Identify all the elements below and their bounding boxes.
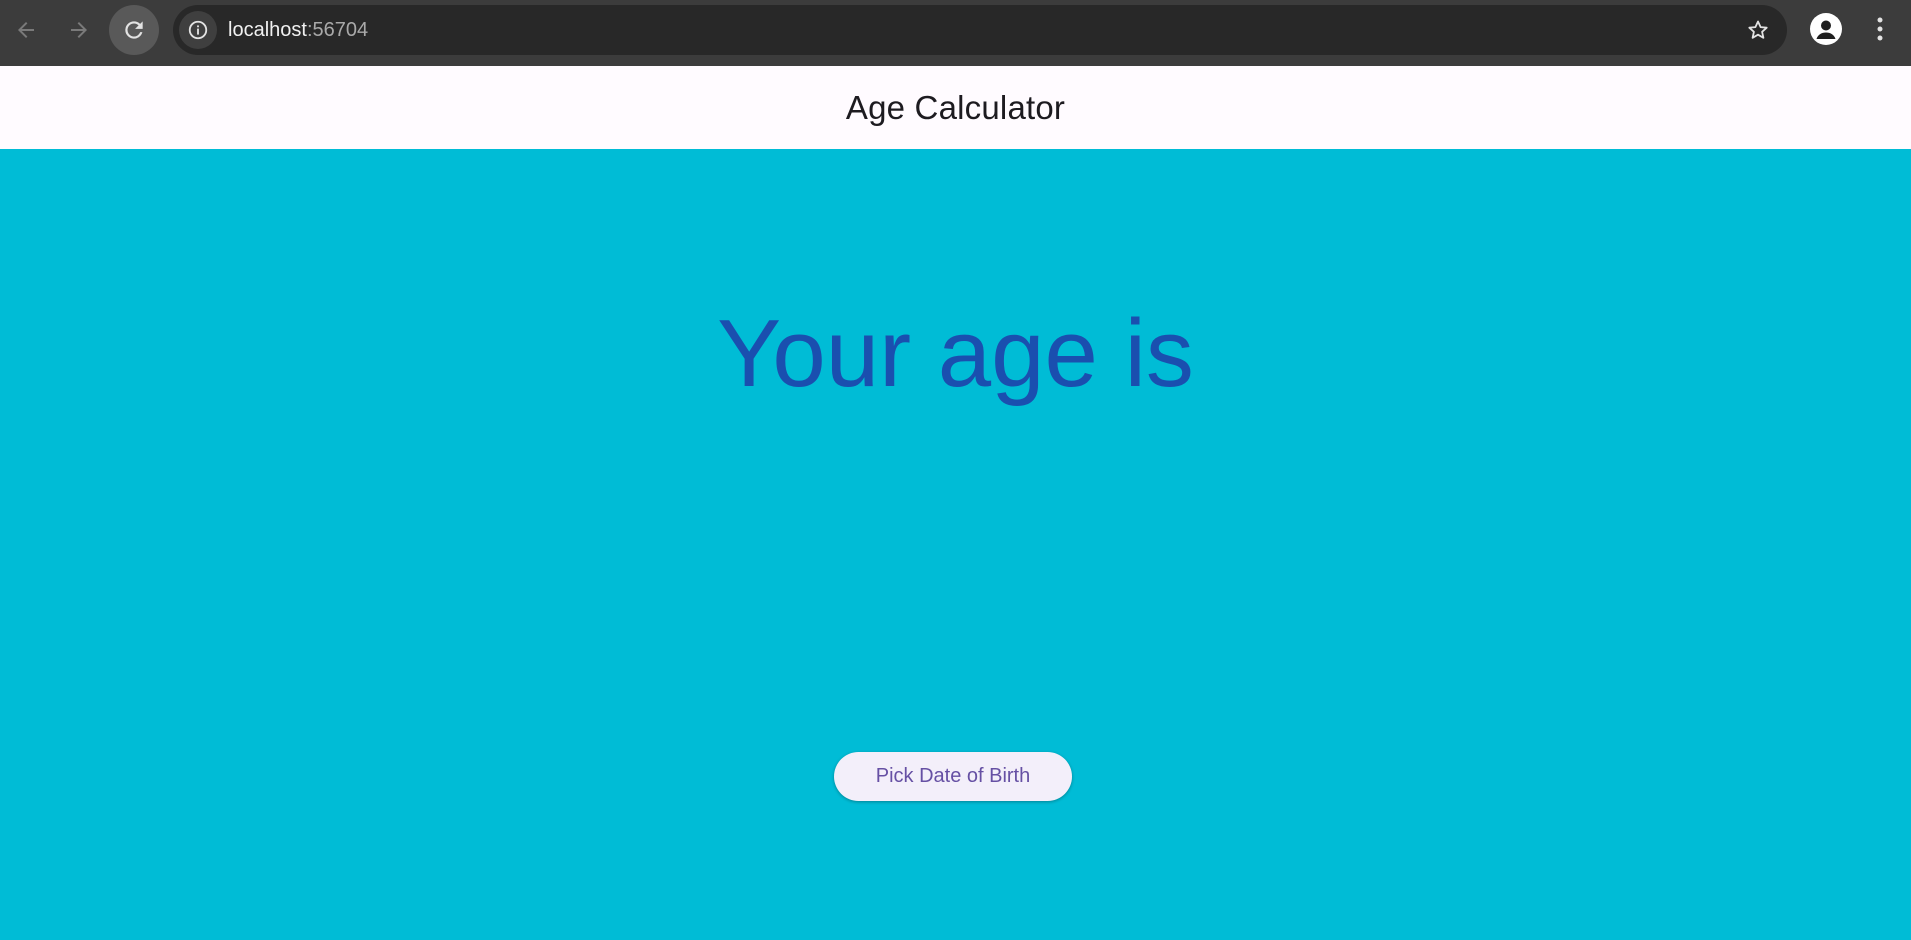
browser-menu-button[interactable]	[1866, 11, 1894, 47]
age-heading: Your age is	[717, 300, 1194, 407]
profile-button[interactable]	[1810, 13, 1842, 45]
url-host: localhost	[228, 19, 307, 41]
pick-date-of-birth-button[interactable]: Pick Date of Birth	[834, 752, 1072, 801]
bookmark-button[interactable]	[1745, 17, 1771, 43]
info-icon	[188, 20, 208, 40]
app-title: Age Calculator	[845, 88, 1066, 126]
main-content: Your age is Pick Date of Birth	[0, 149, 1911, 940]
site-info-button[interactable]	[179, 11, 217, 49]
arrow-right-icon	[71, 22, 87, 38]
address-bar[interactable]: localhost:56704	[173, 5, 1787, 55]
arrow-left-icon	[18, 22, 34, 38]
reload-icon	[125, 21, 143, 39]
star-icon	[1748, 20, 1768, 39]
forward-button[interactable]	[54, 5, 104, 55]
back-button[interactable]	[1, 5, 51, 55]
more-vertical-icon	[1877, 17, 1883, 41]
person-icon	[1816, 20, 1836, 39]
url-text[interactable]: localhost:56704	[228, 19, 368, 41]
browser-toolbar: localhost:56704	[0, 0, 1911, 66]
reload-button[interactable]	[109, 5, 159, 55]
url-port: :56704	[306, 19, 369, 41]
app-bar: Age Calculator	[0, 66, 1911, 149]
